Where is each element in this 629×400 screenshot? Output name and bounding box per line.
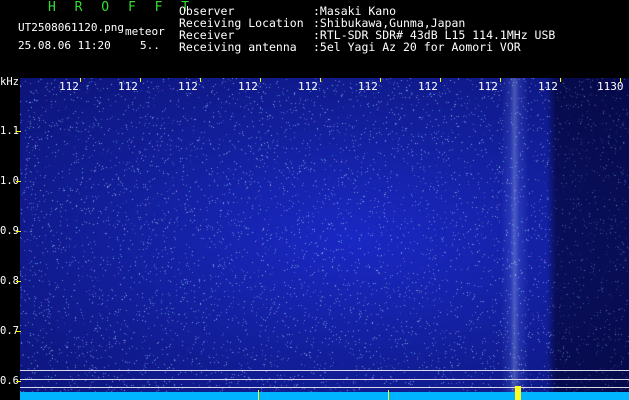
bottom-tick-mark	[258, 390, 259, 400]
header-panel: H R O F F T UT2508061120.png meteor 25.0…	[0, 0, 629, 78]
filename-label: UT2508061120.png	[18, 21, 124, 34]
y-tick-mark	[16, 381, 21, 382]
x-tick-mark	[200, 78, 201, 82]
reference-line	[20, 387, 629, 388]
x-tick-label: 112	[538, 80, 558, 93]
x-tick-label: 112	[298, 80, 318, 93]
app-title: H R O F F T	[48, 0, 195, 15]
y-axis-unit: kHz	[0, 76, 19, 88]
x-tick-label: 112	[358, 80, 378, 93]
x-tick-label: 112	[238, 80, 258, 93]
x-tick-mark	[500, 78, 501, 82]
reference-line	[20, 379, 629, 380]
y-tick-mark	[16, 331, 21, 332]
antenna-label: Receiving antenna	[179, 40, 297, 54]
x-tick-mark	[260, 78, 261, 82]
x-tick-label: 112	[59, 80, 79, 93]
reference-line	[20, 370, 629, 371]
mode-label: meteor	[125, 25, 165, 38]
x-tick-label: 112	[478, 80, 498, 93]
x-tick-mark	[80, 78, 81, 82]
x-tick-mark	[320, 78, 321, 82]
x-tick-label: 112	[178, 80, 198, 93]
x-tick-mark	[620, 78, 621, 82]
y-tick-mark	[16, 181, 21, 182]
y-tick-mark	[16, 131, 21, 132]
y-tick-mark	[16, 281, 21, 282]
x-tick-mark	[380, 78, 381, 82]
x-tick-label: 112	[418, 80, 438, 93]
x-tick-mark	[560, 78, 561, 82]
carrier-signal-marker	[515, 386, 521, 400]
y-tick-mark	[16, 231, 21, 232]
x-tick-mark	[140, 78, 141, 82]
timestamp-label: 25.08.06 11:20	[18, 39, 111, 52]
spectrogram-plot	[20, 78, 629, 400]
antenna-value: :5el Yagi Az 20 for Aomori VOR	[313, 40, 521, 54]
x-tick-label: 112	[118, 80, 138, 93]
spectrum-baseline	[20, 392, 629, 400]
x-tick-mark	[440, 78, 441, 82]
bottom-tick-mark	[388, 390, 389, 400]
spectrogram-noise	[20, 78, 629, 400]
duration-label: 5..	[140, 39, 160, 52]
